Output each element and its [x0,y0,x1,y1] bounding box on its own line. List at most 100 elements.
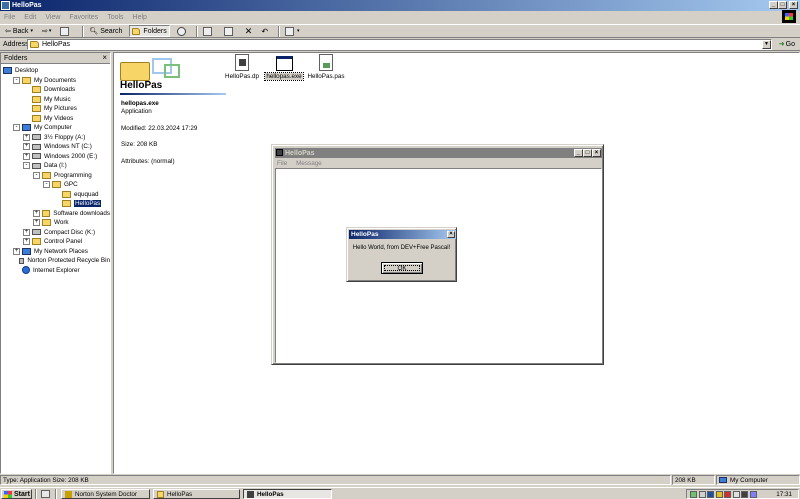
task-norton-system-doctor[interactable]: Norton System Doctor [61,489,150,499]
expand-icon[interactable]: + [23,228,30,236]
folder-icon [32,86,41,94]
folder-icon [30,41,39,48]
back-button[interactable]: ⇦ Back ▾ [3,25,35,37]
expand-icon[interactable]: + [33,219,40,227]
forward-button[interactable]: ⇨ ▾ [40,25,53,37]
up-button[interactable] [58,25,74,37]
tree-item[interactable]: My Videos [1,114,110,124]
app-menu-message[interactable]: Message [296,160,322,167]
window-title: HelloPas [12,2,42,9]
scheduler-tray-icon[interactable] [749,490,757,498]
title-divider [120,93,226,95]
expand-icon[interactable]: + [23,133,30,141]
expand-icon[interactable]: + [23,152,30,160]
task-hellopas-app[interactable]: HelloPas [243,489,332,499]
views-button[interactable]: ▾ [283,25,302,37]
selected-file-name: hellopas.exe [121,100,159,107]
network-tray-icon[interactable] [690,490,697,498]
folder-icon [62,190,71,198]
tree-item[interactable]: - My Computer [1,123,110,133]
tree-item[interactable]: + Compact Disc (K:) [1,228,110,238]
menu-edit[interactable]: Edit [24,14,36,21]
address-input[interactable]: HelloPas ▼ [27,39,772,50]
norton-tray-icon[interactable] [707,490,714,498]
tree-item[interactable]: eququad [1,190,110,200]
expand-icon[interactable]: + [23,238,30,246]
expand-icon[interactable]: + [33,209,40,217]
go-button[interactable]: ➜ Go [779,40,795,49]
tree-item[interactable]: + My Network Places [1,247,110,257]
delete-button[interactable]: ✕ [243,25,255,37]
expand-icon[interactable]: + [23,143,30,151]
message-dialog[interactable]: HelloPas × Hello World, from DEV+Free Pa… [346,227,457,282]
file-item-hellopas-exe[interactable]: hellopas.exe [262,54,306,81]
tree-item[interactable]: My Pictures [1,104,110,114]
tree-item[interactable]: + Windows 2000 (E:) [1,152,110,162]
tree-item[interactable]: - Data (I:) [1,161,110,171]
folders-pane-close-button[interactable]: × [102,53,107,62]
tree-item[interactable]: +3½ Floppy (A:) [1,133,110,143]
app-menu-file[interactable]: File [277,160,287,167]
tree-item-label: HelloPas [74,200,102,208]
security-tray-icon[interactable] [741,490,748,498]
app-minimize-button[interactable]: _ [574,149,583,157]
menu-help[interactable]: Help [133,14,147,21]
address-bar: Address HelloPas ▼ ➜ Go [0,38,800,51]
display-tray-icon[interactable] [732,490,740,498]
tree-item[interactable]: + Control Panel [1,237,110,247]
tree-item[interactable]: Desktop [1,66,110,76]
menu-view[interactable]: View [45,14,60,21]
collapse-icon[interactable]: - [13,76,20,84]
tree-item[interactable]: + Work [1,218,110,228]
close-button[interactable]: × [789,1,798,9]
app-title: HelloPas [285,149,315,157]
address-dropdown-button[interactable]: ▼ [762,40,771,49]
monitor-tray-icon[interactable] [724,490,731,498]
history-button[interactable] [175,25,188,37]
file-item-hellopas-dp[interactable]: HelloPas.dp [220,54,264,80]
tree-item[interactable]: HelloPas [1,199,110,209]
copy-to-button[interactable] [222,25,238,37]
tree-item[interactable]: Norton Protected Recycle Bin [1,256,110,266]
app-menu-bar: File Message [276,158,330,168]
show-desktop-icon[interactable] [41,490,50,498]
collapse-icon[interactable]: - [43,181,50,189]
maximize-button[interactable]: □ [778,1,787,9]
minimize-button[interactable]: _ [769,1,778,9]
app-titlebar[interactable]: HelloPas _ □ × [275,148,602,158]
collapse-icon[interactable]: - [33,171,40,179]
collapse-icon[interactable]: - [23,162,30,170]
expand-icon[interactable]: + [13,247,20,255]
tree-item[interactable]: - My Documents [1,76,110,86]
tree-item[interactable]: My Music [1,95,110,105]
folders-button[interactable]: Folders [129,25,170,37]
file-item-hellopas-pas[interactable]: HelloPas.pas [304,54,348,80]
tree-item[interactable]: Internet Explorer [1,266,110,276]
app-maximize-button[interactable]: □ [583,149,592,157]
ok-button[interactable]: OK [381,262,423,274]
task-hellopas-explorer[interactable]: HelloPas [153,489,240,499]
move-to-button[interactable] [201,25,217,37]
large-folder-icon [120,56,180,82]
antivirus-tray-icon[interactable] [715,490,723,498]
tree-item[interactable]: - GPC [1,180,110,190]
menu-tools[interactable]: Tools [107,14,123,21]
dialog-titlebar[interactable]: HelloPas × [349,230,456,239]
collapse-icon[interactable]: - [13,124,20,132]
window-titlebar[interactable]: HelloPas _ □ × [0,0,800,11]
drive-icon [32,143,41,150]
tree-item[interactable]: - Programming [1,171,110,181]
search-button[interactable]: 🔍︎ Search [87,25,124,37]
undo-button[interactable]: ↶ [259,25,270,37]
tree-item[interactable]: Downloads [1,85,110,95]
dialog-close-button[interactable]: × [447,231,455,238]
app-close-button[interactable]: × [592,149,601,157]
start-button[interactable]: Start [1,489,32,499]
volume-tray-icon[interactable] [698,490,706,498]
status-text: Type: Application Size: 208 KB [0,475,671,485]
tree-item[interactable]: + Windows NT (C:) [1,142,110,152]
menu-favorites[interactable]: Favorites [69,14,98,21]
tree-item[interactable]: + Software downloads [1,209,110,219]
menu-file[interactable]: File [4,14,15,21]
file-label: HelloPas.pas [307,73,345,80]
